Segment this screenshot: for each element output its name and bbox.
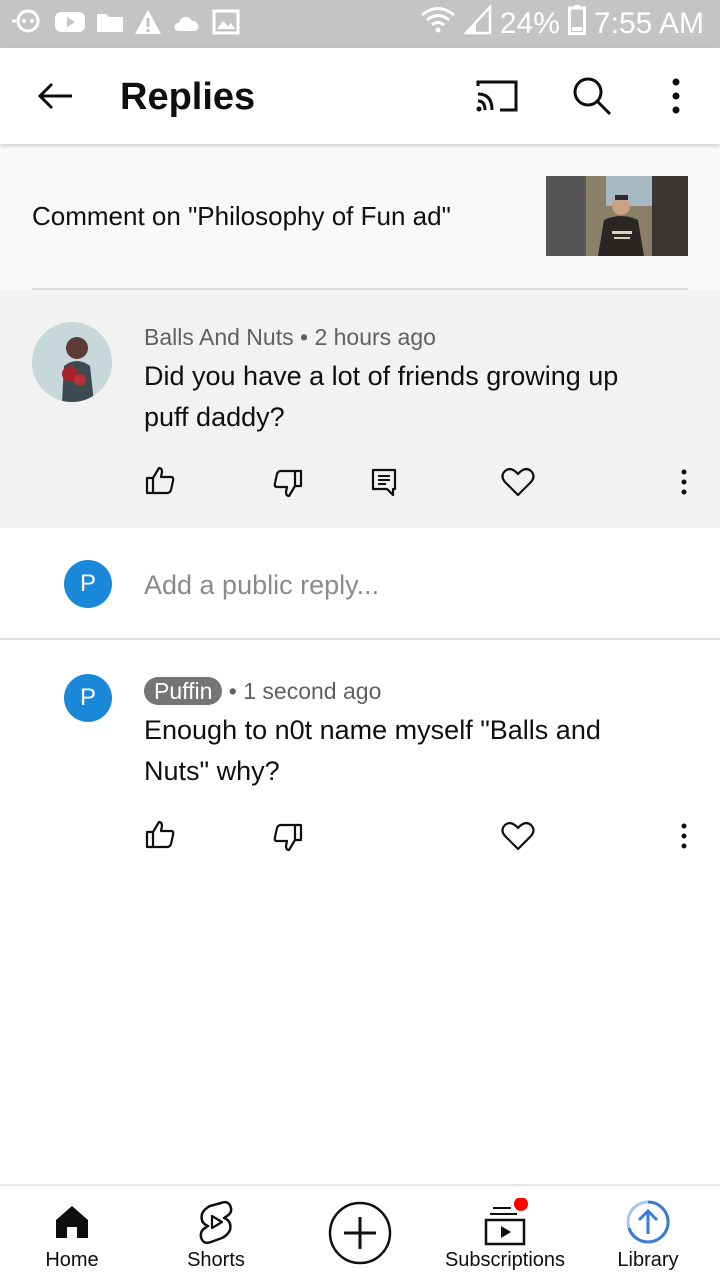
- top-app-bar: Replies: [0, 48, 720, 144]
- comment-author[interactable]: Balls And Nuts: [144, 324, 294, 350]
- like-icon: [145, 820, 175, 849]
- replies-screen: 24% 7:55 AM Replies Comment on "Philosop…: [0, 0, 720, 1280]
- heart-icon: [501, 467, 535, 497]
- folder-icon: [96, 10, 124, 39]
- home-icon: [48, 1198, 96, 1246]
- heart-button[interactable]: [496, 460, 540, 504]
- signal-icon: [463, 3, 492, 43]
- more-vert-icon: [672, 78, 680, 114]
- back-button[interactable]: [32, 72, 80, 120]
- more-options-button[interactable]: [652, 72, 700, 120]
- avatar[interactable]: [32, 322, 112, 402]
- dislike-icon: [273, 469, 303, 498]
- hangouts-icon: [12, 8, 44, 41]
- like-icon: [145, 466, 175, 495]
- back-arrow-icon: [37, 82, 72, 110]
- page-title: Replies: [120, 76, 256, 118]
- reply-input[interactable]: Add a public reply...: [144, 568, 379, 602]
- nav-shorts[interactable]: Shorts: [176, 1186, 256, 1280]
- nav-home[interactable]: Home: [32, 1186, 112, 1280]
- nav-label-shorts: Shorts: [187, 1249, 245, 1271]
- comment-time: 2 hours ago: [314, 324, 436, 350]
- system-status: 24% 7:55 AM: [420, 3, 704, 43]
- reply-more-button[interactable]: [662, 814, 706, 858]
- reply-button[interactable]: [362, 460, 406, 504]
- library-icon: [624, 1198, 672, 1246]
- heart-icon: [501, 821, 535, 851]
- notification-icons: [12, 8, 240, 40]
- battery-percent: 24%: [499, 7, 560, 40]
- reply-comment: P Puffin • 1 second ago Enough to n0t na…: [0, 642, 720, 882]
- dislike-icon: [273, 823, 303, 852]
- video-thumbnail[interactable]: [546, 176, 688, 256]
- like-button[interactable]: [138, 812, 182, 856]
- comment-text: Did you have a lot of friends growing up…: [144, 361, 619, 432]
- clock: 7:55 AM: [593, 7, 704, 40]
- meta-separator: •: [299, 324, 309, 350]
- reply-time: 1 second ago: [243, 678, 382, 704]
- comment-meta: Balls And Nuts • 2 hours ago: [144, 322, 436, 352]
- nav-label-subscriptions: Subscriptions: [444, 1249, 566, 1271]
- search-button[interactable]: [568, 72, 616, 120]
- reply-icon: [371, 468, 397, 497]
- dislike-button[interactable]: [266, 816, 310, 860]
- dislike-button[interactable]: [266, 462, 310, 506]
- battery-icon: [567, 5, 586, 43]
- heart-button[interactable]: [496, 814, 540, 858]
- parent-comment: Balls And Nuts • 2 hours ago Did you hav…: [0, 290, 720, 528]
- avatar[interactable]: P: [64, 674, 112, 722]
- image-icon: [212, 9, 240, 40]
- wifi-icon: [420, 6, 456, 42]
- nav-label-home: Home: [45, 1249, 99, 1271]
- status-bar: 24% 7:55 AM: [0, 0, 720, 48]
- cast-button[interactable]: [472, 72, 520, 120]
- reply-input-row[interactable]: P Add a public reply...: [0, 528, 720, 640]
- nav-label-library: Library: [617, 1249, 679, 1271]
- create-icon: [327, 1200, 393, 1266]
- shorts-icon: [192, 1198, 240, 1246]
- reply-author-badge[interactable]: Puffin: [144, 677, 223, 705]
- cast-icon: [476, 80, 518, 112]
- nav-create[interactable]: [324, 1186, 396, 1280]
- comment-more-button[interactable]: [662, 460, 706, 504]
- youtube-icon: [54, 10, 86, 39]
- subscriptions-icon: [481, 1198, 529, 1246]
- context-title: Comment on "Philosophy of Fun ad": [32, 201, 451, 231]
- warning-icon: [134, 9, 162, 40]
- nav-subscriptions[interactable]: Subscriptions: [440, 1186, 570, 1280]
- reply-text: Enough to n0t name myself "Balls and Nut…: [144, 715, 601, 786]
- search-icon: [573, 77, 612, 116]
- nav-library[interactable]: Library: [608, 1186, 688, 1280]
- like-button[interactable]: [138, 458, 182, 502]
- cloud-icon: [172, 11, 202, 38]
- user-avatar: P: [64, 560, 112, 608]
- more-vert-icon: [681, 469, 687, 495]
- more-vert-icon: [681, 823, 687, 849]
- meta-separator: •: [228, 678, 237, 704]
- video-context-header[interactable]: Comment on "Philosophy of Fun ad": [0, 144, 720, 290]
- notification-dot: [514, 1198, 528, 1211]
- reply-meta: Puffin • 1 second ago: [144, 676, 381, 706]
- bottom-navigation: Home Shorts Subscriptions Library: [0, 1184, 720, 1280]
